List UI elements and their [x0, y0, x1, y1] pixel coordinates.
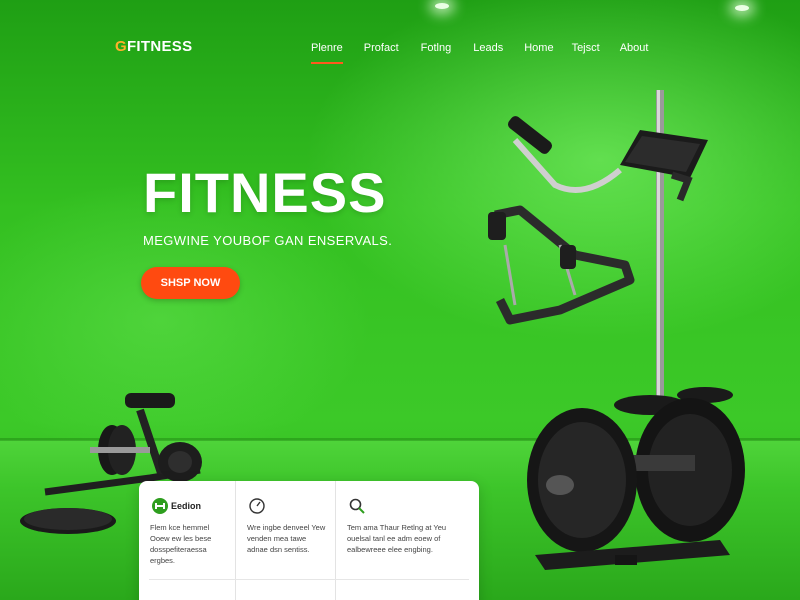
card-divider [149, 579, 469, 580]
feature-item[interactable]: Wre ingbe denveel Yew venden mea tawe ad… [235, 481, 335, 600]
gauge-icon [249, 498, 265, 514]
search-icon [349, 498, 365, 514]
features-card: Eedion Flem kce hemmel Ooew ew les bese … [139, 481, 479, 600]
nav-item-plenre[interactable]: Plenre [311, 42, 343, 64]
nav-item-home[interactable]: Home [524, 42, 553, 64]
feature-text: Tem ama Thaur Retlng at Yeu ouelsal tanl… [347, 523, 447, 554]
machine-handle [512, 138, 622, 193]
shop-now-button[interactable]: SHSP NOW [141, 267, 240, 299]
logo[interactable]: G FITNESS [115, 38, 192, 55]
nav-item-fotlng[interactable]: Fotlng [421, 42, 452, 64]
hero-title: FITNESS [143, 161, 387, 224]
nav-item-tejsct[interactable]: Tejsct [572, 42, 600, 64]
dumbbell-icon [152, 498, 168, 514]
feature-item[interactable]: Eedion Flem kce hemmel Ooew ew les bese … [139, 481, 235, 600]
nav-item-leads[interactable]: Leads [473, 42, 503, 64]
logo-mark: G [115, 38, 127, 55]
hero-subtitle: MEGWINE YOUBOF GAN ENSERVALS. [143, 233, 393, 248]
feature-text: Flem kce hemmel Ooew ew les bese dosspef… [150, 523, 212, 565]
main-nav: Plenre Profact Fotlng Leads Home Tejsct … [311, 42, 648, 64]
feature-text: Wre ingbe denveel Yew venden mea tawe ad… [247, 523, 326, 554]
nav-item-profact[interactable]: Profact [364, 42, 399, 64]
feature-item[interactable]: Tem ama Thaur Retlng at Yeu ouelsal tanl… [335, 481, 479, 600]
nav-item-about[interactable]: About [620, 42, 649, 64]
logo-text: FITNESS [126, 38, 193, 55]
feature-title: Eedion [171, 501, 202, 511]
